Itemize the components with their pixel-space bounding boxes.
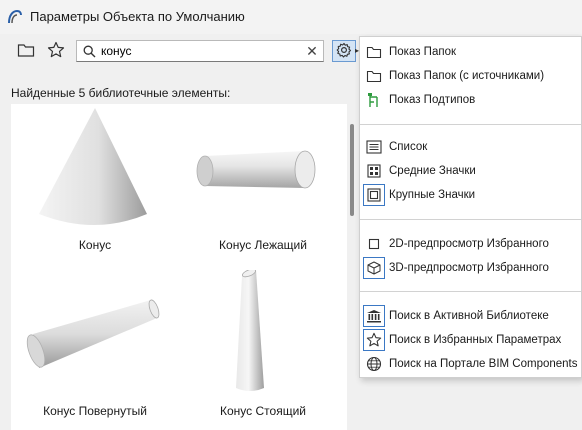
star-icon — [47, 41, 65, 62]
search-field[interactable]: ✕ — [76, 40, 324, 62]
menu-item-show-folders-sources[interactable]: Показ Папок (с источниками) — [360, 65, 581, 89]
library-item-cone-standing[interactable]: Конус Стоящий — [179, 268, 347, 430]
list-icon — [363, 136, 385, 158]
settings-menu-button[interactable] — [332, 40, 356, 62]
library-item-cone[interactable]: Конус — [11, 104, 179, 264]
item-label: Конус Стоящий — [220, 404, 306, 418]
menu-separator — [360, 291, 581, 292]
menu-item-label: Средние Значки — [389, 165, 476, 177]
menu-item-3d-preview[interactable]: 3D-предпросмотр Избранного — [360, 257, 581, 281]
menu-separator — [360, 124, 581, 125]
search-input[interactable] — [101, 43, 297, 59]
item-label: Конус Повернутый — [43, 404, 147, 418]
cone-rotated-thumbnail — [11, 270, 179, 400]
cone-lying-thumbnail — [179, 104, 347, 234]
menu-item-show-subtypes[interactable]: Показ Подтипов — [360, 89, 581, 113]
cone-thumbnail — [11, 104, 179, 234]
settings-dropdown-menu: Показ Папок Показ Папок (с источниками) … — [359, 36, 582, 378]
menu-item-label: Поиск в Избранных Параметрах — [389, 334, 562, 346]
menu-item-search-bim-components[interactable]: Поиск на Портале BIM Components — [360, 353, 581, 377]
folder-source-icon — [363, 65, 385, 87]
item-label: Конус — [78, 238, 112, 252]
found-count-label: Найденные 5 библиотечные элементы: — [11, 86, 231, 100]
star-icon — [363, 329, 385, 351]
menu-item-label: 2D-предпросмотр Избранного — [389, 238, 549, 250]
folder-view-button[interactable] — [14, 39, 38, 63]
search-icon — [83, 45, 96, 61]
library-item-cone-rotated[interactable]: Конус Повернутый — [11, 270, 179, 430]
medium-icons-icon — [363, 160, 385, 182]
menu-item-search-active-library[interactable]: Поиск в Активной Библиотеке — [360, 305, 581, 329]
menu-item-label: Поиск в Активной Библиотеке — [389, 310, 549, 322]
menu-separator — [360, 219, 581, 220]
cube-3d-icon — [363, 257, 385, 279]
archicad-app-icon — [7, 9, 23, 25]
title-bar: Параметры Объекта по Умолчанию — [0, 0, 582, 34]
globe-icon — [363, 353, 385, 375]
menu-item-show-folders[interactable]: Показ Папок — [360, 41, 581, 65]
item-label: Конус Лежащий — [219, 238, 307, 252]
library-item-cone-lying[interactable]: Конус Лежащий — [179, 104, 347, 264]
results-grid: Конус Конус Лежащий Конус Повернутый Кон… — [11, 104, 347, 430]
menu-item-list[interactable]: Список — [360, 136, 581, 160]
menu-item-label: Показ Подтипов — [389, 94, 476, 106]
folder-icon — [17, 42, 35, 61]
menu-item-medium-icons[interactable]: Средние Значки — [360, 160, 581, 184]
square-2d-icon — [363, 233, 385, 255]
results-scrollbar[interactable] — [350, 124, 354, 216]
window-title: Параметры Объекта по Умолчанию — [30, 9, 245, 24]
library-icon — [363, 305, 385, 327]
menu-item-large-icons[interactable]: Крупные Значки — [360, 184, 581, 208]
menu-item-label: Показ Папок — [389, 46, 456, 58]
menu-item-label: Показ Папок (с источниками) — [389, 70, 545, 82]
menu-item-label: Поиск на Портале BIM Components — [389, 358, 578, 370]
large-icons-icon — [363, 184, 385, 206]
menu-item-label: Крупные Значки — [389, 189, 476, 201]
menu-item-search-favorites[interactable]: Поиск в Избранных Параметрах — [360, 329, 581, 353]
clear-search-button[interactable]: ✕ — [305, 43, 319, 59]
menu-item-2d-preview[interactable]: 2D-предпросмотр Избранного — [360, 233, 581, 257]
folder-icon — [363, 41, 385, 63]
menu-item-label: 3D-предпросмотр Избранного — [389, 262, 549, 274]
subtype-tree-icon — [363, 89, 385, 111]
favorites-button[interactable] — [44, 39, 68, 63]
gear-icon — [336, 42, 352, 61]
cone-standing-thumbnail — [179, 268, 347, 400]
menu-item-label: Список — [389, 141, 428, 153]
